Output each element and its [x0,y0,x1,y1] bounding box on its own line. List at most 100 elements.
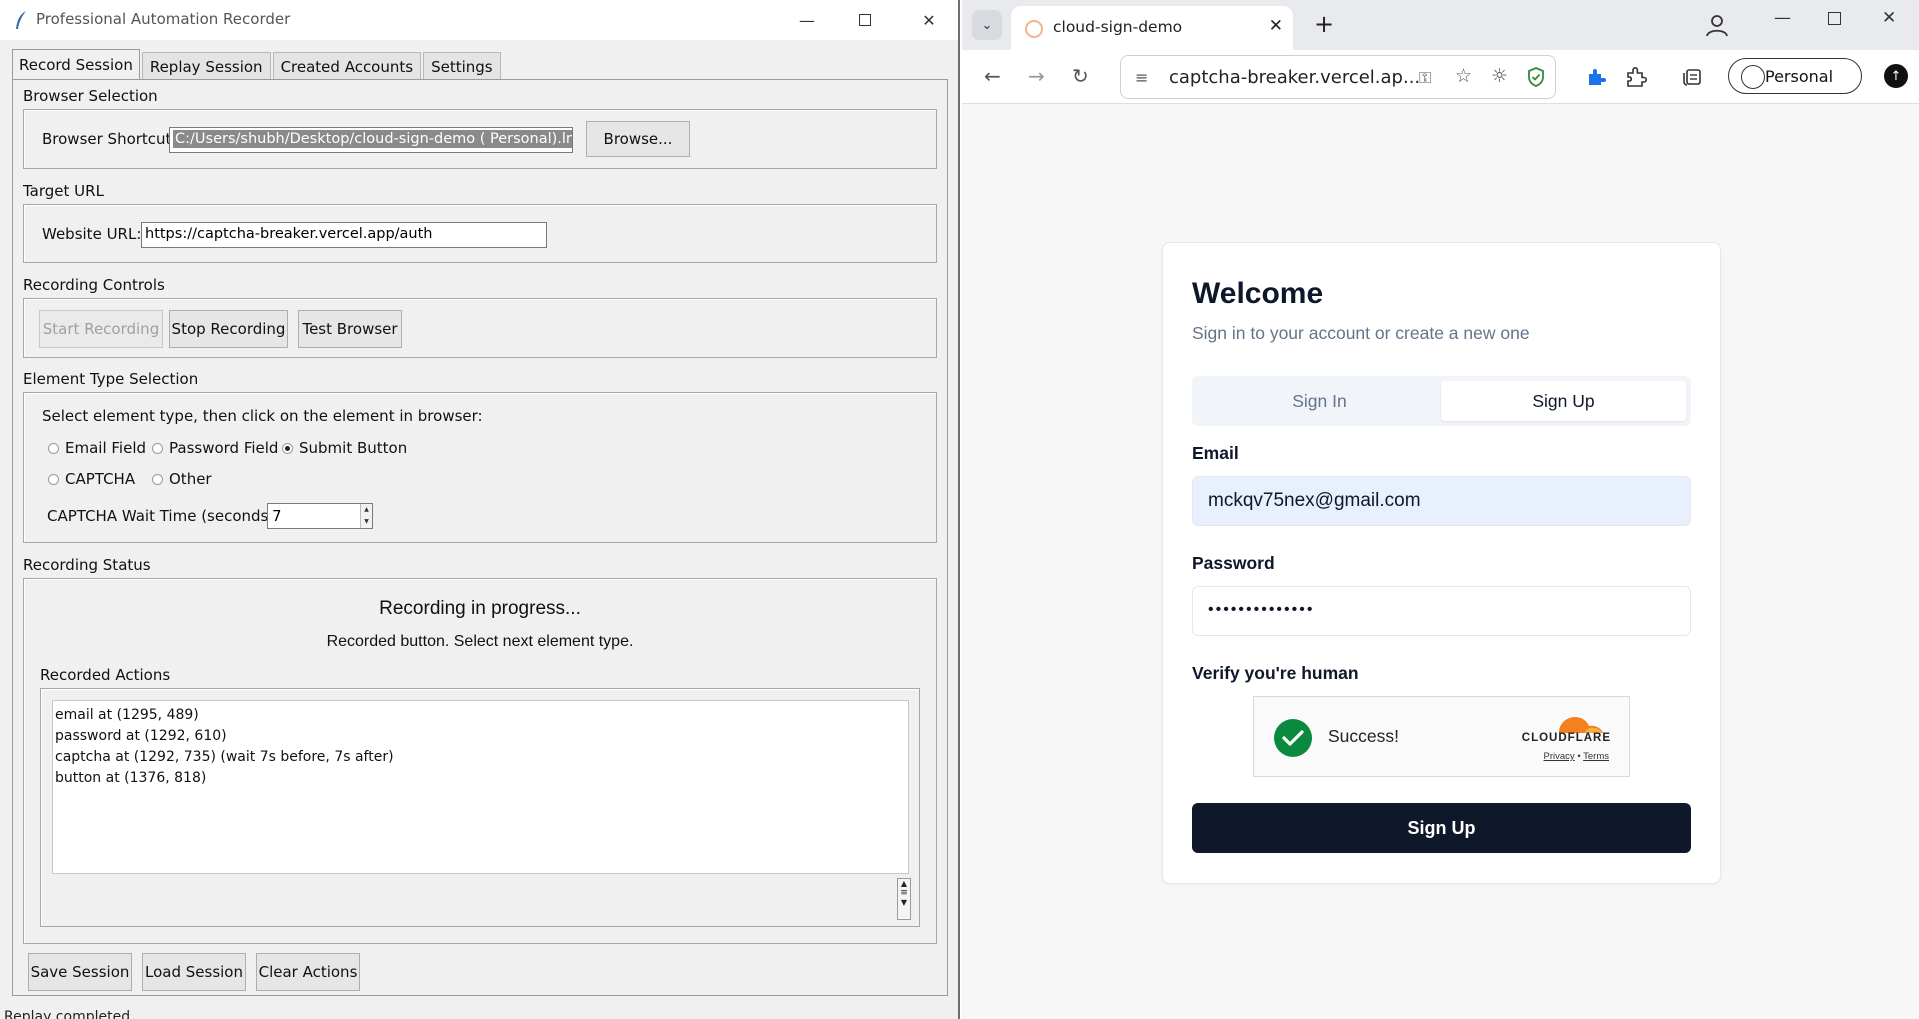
browser-close-icon[interactable]: ✕ [1882,8,1896,28]
tab-settings[interactable]: Settings [423,52,501,80]
list-item: password at (1292, 610) [55,728,227,744]
maximize-button[interactable] [836,0,894,40]
extension-pinned-icon[interactable] [1586,67,1606,87]
tab-record-session[interactable]: Record Session [12,49,140,80]
password-field[interactable]: •••••••••••••• [1192,586,1691,636]
profile-button[interactable]: Personal [1728,58,1862,94]
close-button[interactable]: ✕ [900,0,958,40]
site-info-icon[interactable]: ≡ [1135,68,1148,87]
email-label: Email [1192,443,1239,463]
verify-label: Verify you're human [1192,663,1359,683]
save-session-button[interactable]: Save Session [28,953,132,991]
back-icon[interactable]: ← [984,64,1001,88]
key-icon[interactable]: ⚿ [1419,68,1431,88]
password-label: Password [1192,553,1275,573]
captcha-brand: CLOUDFLARE [1521,732,1611,744]
recording-controls-heading: Recording Controls [23,276,165,294]
radio-label: CAPTCHA [65,470,136,488]
auth-tabs: Sign In Sign Up [1192,376,1691,426]
element-type-instruction: Select element type, then click on the e… [42,407,483,425]
start-recording-button[interactable]: Start Recording [39,310,163,348]
clear-actions-button[interactable]: Clear Actions [256,953,360,991]
recorded-actions-list[interactable]: email at (1295, 489) password at (1292, … [52,700,909,874]
browser-shortcut-input[interactable]: C:/Users/shubh/Desktop/cloud-sign-demo (… [169,127,573,153]
browser-selection-heading: Browser Selection [23,87,158,105]
browser-shortcut-label: Browser Shortcut: [42,130,177,148]
tab-created-accounts[interactable]: Created Accounts [272,52,422,80]
maximize-icon [859,14,871,26]
tab-replay-session[interactable]: Replay Session [141,52,271,80]
star-icon[interactable]: ☆ [1455,65,1472,87]
recorded-actions-label: Recorded Actions [40,666,171,684]
window-titlebar: Professional Automation Recorder — ✕ [0,0,958,40]
captcha-wait-spinbox[interactable]: 7 ▲ ▼ [267,503,373,529]
reload-icon[interactable]: ↻ [1072,64,1089,88]
radio-label: Other [169,470,212,488]
minimize-button[interactable]: — [778,0,836,40]
auth-card: Welcome Sign in to your account or creat… [1162,242,1721,884]
target-url-group: Website URL: https://captcha-breaker.ver… [23,204,937,263]
captcha-status: Success! [1328,726,1399,746]
element-type-group: Select element type, then click on the e… [23,392,937,543]
notebook-tabs: Record Session Replay Session Created Ac… [12,49,503,80]
spinbox-arrows-icon[interactable]: ▲ ▼ [360,504,372,528]
stop-recording-button[interactable]: Stop Recording [169,310,288,348]
address-url: captcha-breaker.vercel.ap... [1169,67,1421,88]
browse-button[interactable]: Browse... [586,121,690,157]
email-field[interactable]: mckqv75nex@gmail.com [1192,476,1691,526]
radio-email-field[interactable]: Email Field [48,439,146,457]
target-url-heading: Target URL [23,182,104,200]
sign-up-button[interactable]: Sign Up [1192,803,1691,853]
window-title: Professional Automation Recorder [36,10,291,28]
browser-maximize-icon[interactable] [1828,8,1841,30]
chevron-down-icon: ⌄ [981,17,993,33]
profile-label: Personal [1765,66,1834,86]
tab-sign-up[interactable]: Sign Up [1441,381,1686,421]
close-tab-icon[interactable]: ✕ [1269,16,1283,36]
shield-icon[interactable] [1527,67,1545,87]
website-url-input[interactable]: https://captcha-breaker.vercel.app/auth [141,222,547,248]
radio-label: Submit Button [299,439,408,457]
list-item: button at (1376, 818) [55,770,207,786]
captcha-wait-value: 7 [272,507,282,525]
captcha-widget[interactable]: Success! CLOUDFLARE Privacy • Terms [1253,696,1630,777]
forward-icon[interactable]: → [1028,64,1045,88]
tab-sign-in[interactable]: Sign In [1197,381,1442,421]
radio-password-field[interactable]: Password Field [152,439,278,457]
browser-minimize-icon[interactable]: — [1774,8,1791,28]
load-session-button[interactable]: Load Session [142,953,246,991]
update-icon[interactable]: ↑ [1884,64,1908,88]
success-check-icon [1274,719,1312,757]
test-browser-button[interactable]: Test Browser [298,310,402,348]
extensions-icon[interactable] [1624,65,1648,89]
recording-status-title: Recording in progress... [379,598,581,619]
recorder-window: Professional Automation Recorder — ✕ Rec… [0,0,960,1019]
actions-scrollbar[interactable]: ▲ ≡ ▼ [897,878,911,920]
radio-indicator [48,442,59,454]
status-bar: Replay completed [4,1010,131,1019]
favicon-icon [1025,20,1043,38]
radio-indicator-selected [282,442,293,454]
captcha-wait-label: CAPTCHA Wait Time (seconds): [47,507,280,525]
minimize-icon: — [799,10,815,30]
profile-icon[interactable] [1704,12,1730,38]
browser-tab-active[interactable]: cloud-sign-demo ✕ [1011,6,1293,50]
radio-submit-button[interactable]: Submit Button [282,439,407,457]
browser-tab-title: cloud-sign-demo [1053,18,1183,36]
tab-search-button[interactable]: ⌄ [972,10,1002,40]
close-icon: ✕ [922,10,936,30]
address-bar[interactable]: ≡ captcha-breaker.vercel.ap... ⚿ ☆ ☼ [1120,55,1556,99]
avatar-icon [1741,65,1765,89]
radio-captcha[interactable]: CAPTCHA [48,470,135,488]
list-item: email at (1295, 489) [55,707,199,723]
captcha-terms-link[interactable]: Terms [1583,751,1609,762]
radio-other[interactable]: Other [152,470,212,488]
recording-status-message: Recorded button. Select next element typ… [326,633,634,650]
captcha-privacy-link[interactable]: Privacy [1544,751,1575,762]
radio-label: Password Field [169,439,279,457]
browser-shortcut-value: C:/Users/shubh/Desktop/cloud-sign-demo (… [173,130,572,148]
brightness-icon[interactable]: ☼ [1491,65,1508,87]
new-tab-icon[interactable]: + [1314,10,1334,38]
website-url-label: Website URL: [42,225,142,243]
collections-icon[interactable] [1682,68,1702,86]
